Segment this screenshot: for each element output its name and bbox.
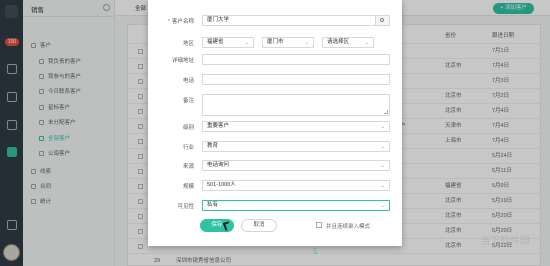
- region-label: 地区: [182, 41, 194, 47]
- chevron-down-icon: ⌄: [380, 144, 385, 150]
- visibility-row: 可见性 私有 ⌄: [148, 200, 402, 212]
- source-row: 来源 电话询问 ⌄: [148, 160, 402, 172]
- source-label: 来源: [182, 164, 194, 170]
- notes-textarea[interactable]: [202, 94, 390, 116]
- scale-row: 规模 501-1000人 ⌄: [148, 180, 402, 192]
- province-select[interactable]: 福建省 ⌄: [202, 37, 254, 48]
- continuous-entry-label[interactable]: 并且连续录入模式: [326, 222, 370, 230]
- city-select[interactable]: 厦门市 ⌄: [262, 37, 314, 48]
- region-row: 地区 福建省 ⌄ 厦门市 ⌄ 请选择区 ⌄: [148, 37, 402, 49]
- chevron-down-icon: ⌄: [364, 40, 369, 46]
- level-select[interactable]: 重要客户 ⌄: [202, 121, 390, 132]
- phone-label: 电话: [182, 78, 194, 84]
- add-customer-dialog: * 客户名称 厦门大学 地区 福建省 ⌄ 厦门市 ⌄ 请选择区 ⌄ 详细地址 电话 备注…: [148, 0, 402, 246]
- chevron-down-icon: ⌄: [380, 163, 385, 169]
- level-row: 级别 重要客户 ⌄: [148, 121, 402, 133]
- watermark: 当下软件园: [480, 236, 530, 247]
- district-select[interactable]: 请选择区 ⌄: [322, 37, 374, 48]
- chevron-down-icon: ⌄: [304, 40, 309, 46]
- search-icon[interactable]: [375, 16, 389, 25]
- chevron-down-icon: ⌄: [380, 183, 385, 189]
- customer-name-input[interactable]: 厦门大学: [202, 15, 390, 26]
- chevron-down-icon: ⌄: [380, 124, 385, 130]
- address-input[interactable]: [202, 54, 390, 65]
- customer-name-row: * 客户名称 厦门大学: [148, 15, 402, 27]
- chevron-down-icon: ⌄: [244, 40, 249, 46]
- industry-select[interactable]: 教育 ⌄: [202, 141, 390, 152]
- address-label: 详细地址: [171, 58, 194, 64]
- chevron-down-icon: ⌄: [380, 203, 385, 209]
- notes-row: 备注: [148, 94, 402, 116]
- customer-name-label: * 客户名称: [167, 19, 194, 25]
- visibility-label: 可见性: [177, 204, 194, 210]
- resize-handle-icon[interactable]: [384, 110, 388, 114]
- level-label: 级别: [182, 125, 194, 131]
- industry-row: 行业 教育 ⌄: [148, 141, 402, 153]
- visibility-select[interactable]: 私有 ⌄: [202, 200, 390, 211]
- phone-input[interactable]: [202, 74, 390, 85]
- cancel-button[interactable]: 取消: [241, 219, 277, 232]
- scale-select[interactable]: 501-1000人 ⌄: [202, 180, 390, 191]
- scale-label: 规模: [182, 184, 194, 190]
- industry-label: 行业: [182, 145, 194, 151]
- address-row: 详细地址: [148, 54, 402, 66]
- loading-spinner-icon: 5: [313, 247, 318, 256]
- phone-row: 电话: [148, 74, 402, 86]
- notes-label: 备注: [182, 98, 194, 104]
- continuous-entry-checkbox[interactable]: [316, 222, 322, 228]
- source-select[interactable]: 电话询问 ⌄: [202, 160, 390, 171]
